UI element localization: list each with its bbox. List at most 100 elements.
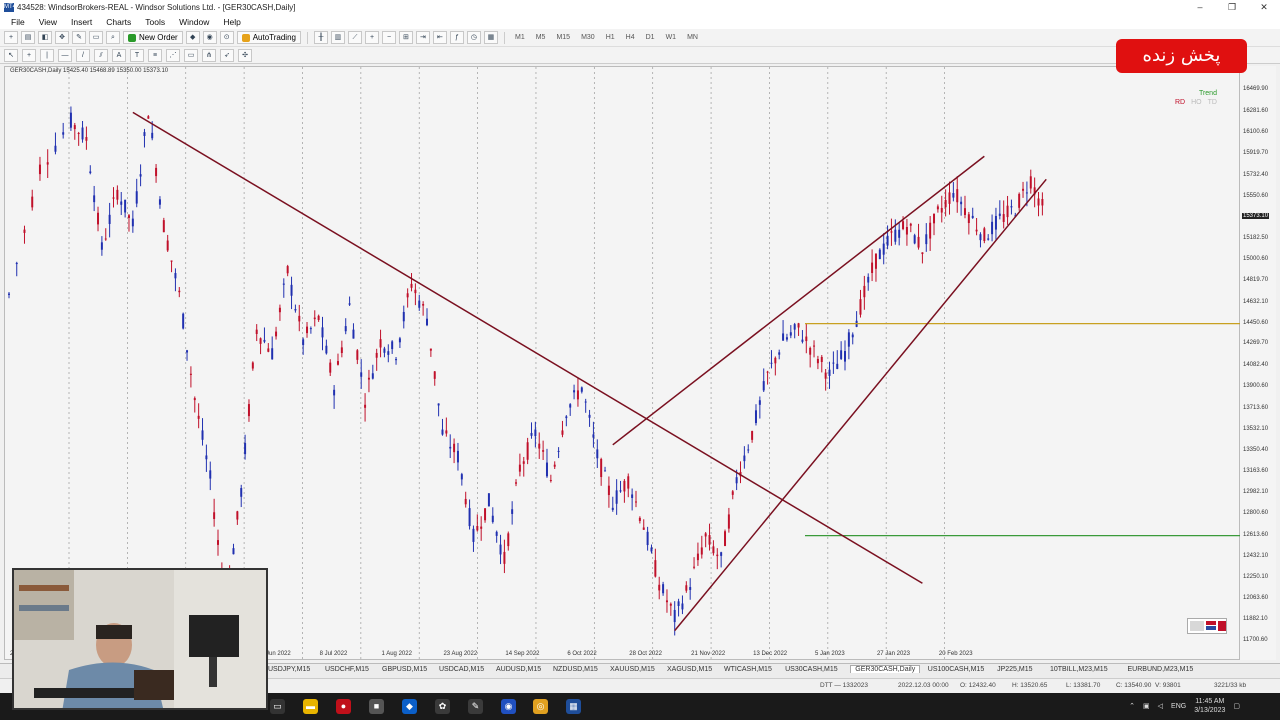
clock[interactable]: 11:45 AM 3/13/2023 (1194, 697, 1225, 715)
candle-body (669, 603, 672, 606)
notification-icon[interactable]: ▢ (1233, 702, 1240, 710)
tile-windows-icon[interactable]: ⊞ (398, 31, 413, 44)
chart-tab[interactable]: JP225,M15 (997, 666, 1032, 673)
chart-tab[interactable]: XAGUSD,M15 (667, 666, 712, 673)
chart-tab[interactable]: WTICASH,M15 (724, 666, 772, 673)
candle-body (398, 338, 401, 343)
candle-body (321, 327, 324, 338)
app-icon-6[interactable]: ◉ (501, 699, 516, 714)
meta-editor-icon[interactable]: ◆ (185, 31, 200, 44)
timeframe-d1[interactable]: D1 (642, 34, 659, 41)
timeframe-mn[interactable]: MN (683, 34, 702, 41)
pitchfork-icon[interactable]: ⋔ (202, 48, 216, 62)
zoom-out-icon[interactable]: − (381, 31, 396, 44)
trendline-rising-upper (612, 155, 985, 446)
gann-icon[interactable]: ⋰ (166, 48, 180, 62)
bar-chart-icon[interactable]: ╫ (313, 31, 328, 44)
settings-icon[interactable]: ✿ (435, 699, 450, 714)
text-tool-icon[interactable]: A (112, 48, 126, 62)
maximize-button[interactable]: ❐ (1216, 0, 1248, 14)
label-tool-icon[interactable]: T (130, 48, 144, 62)
timeframe-w1[interactable]: W1 (662, 34, 681, 41)
menu-window[interactable]: Window (172, 17, 216, 27)
chart-tab[interactable]: GBPUSD,M15 (382, 666, 427, 673)
trendline-icon[interactable]: / (76, 48, 90, 62)
new-order-button[interactable]: New Order (123, 31, 183, 44)
profiles-icon[interactable]: ▤ (21, 31, 35, 44)
navigator-icon[interactable]: ✎ (72, 31, 86, 44)
candle-body (271, 348, 274, 360)
file-explorer-icon[interactable]: ▬ (303, 699, 318, 714)
autoscroll-icon[interactable]: ⇤ (432, 31, 447, 44)
price-scale[interactable]: 16469.90 16281.60 16100.60 15919.70 15732.40… (1240, 66, 1276, 660)
app-icon-5[interactable]: ✎ (468, 699, 483, 714)
tray-up-icon[interactable]: ⌃ (1129, 702, 1135, 710)
vertical-line-icon[interactable]: | (40, 48, 54, 62)
fibonacci-icon[interactable]: ≡ (148, 48, 162, 62)
tester-icon[interactable]: ⌕ (106, 31, 120, 44)
minimize-button[interactable]: – (1184, 0, 1216, 14)
periods-icon[interactable]: ◷ (466, 31, 481, 44)
menu-help[interactable]: Help (216, 17, 247, 27)
chart-tab[interactable]: NZDUSD,M15 (553, 666, 598, 673)
zoom-in-icon[interactable]: + (364, 31, 379, 44)
crosshair-icon[interactable]: + (22, 48, 36, 62)
task-view-icon[interactable]: ▭ (270, 699, 285, 714)
store-icon[interactable]: ◆ (402, 699, 417, 714)
menu-insert[interactable]: Insert (64, 17, 99, 27)
metatrader-icon[interactable]: ▦ (566, 699, 581, 714)
shapes-icon[interactable]: ✣ (238, 48, 252, 62)
timeframe-m1[interactable]: M1 (511, 34, 529, 41)
indicators-icon[interactable]: ƒ (449, 31, 464, 44)
one-click-trading-panel[interactable] (1187, 618, 1227, 634)
chart-tab[interactable]: USDJPY,M15 (268, 666, 310, 673)
horizontal-line-icon[interactable]: — (58, 48, 72, 62)
arrows-icon[interactable]: ➶ (220, 48, 234, 62)
network-icon[interactable]: ▣ (1143, 702, 1150, 710)
timeframe-m30[interactable]: M30 (577, 34, 599, 41)
market-watch-icon[interactable]: ◧ (38, 31, 52, 44)
terminal-icon[interactable]: ▭ (89, 31, 103, 44)
chart-shift-icon[interactable]: ⇥ (415, 31, 430, 44)
chart-tab[interactable]: US100CASH,M15 (928, 666, 984, 673)
auto-trading-button[interactable]: AutoTrading (236, 31, 301, 44)
channel-icon[interactable]: ⫽ (94, 48, 108, 62)
trend-tab-ho[interactable]: HO (1191, 99, 1202, 106)
chart-tab[interactable]: XAUUSD,M15 (610, 666, 655, 673)
menu-view[interactable]: View (32, 17, 64, 27)
data-window-icon[interactable]: ✥ (55, 31, 69, 44)
menu-file[interactable]: File (4, 17, 32, 27)
chart-tab[interactable]: US30CASH,M15 (785, 666, 838, 673)
trend-tab-td[interactable]: TD (1208, 99, 1217, 106)
close-button[interactable]: ✕ (1248, 0, 1280, 14)
chart-tab[interactable]: EURBUND,M23,M15 (1128, 666, 1194, 673)
cursor-icon[interactable]: ↖ (4, 48, 18, 62)
volume-icon[interactable]: ◁ (1158, 702, 1163, 710)
menu-charts[interactable]: Charts (99, 17, 138, 27)
chrome-icon[interactable]: ◎ (533, 699, 548, 714)
timeframe-m5[interactable]: M5 (532, 34, 550, 41)
chart-tab[interactable]: 10TBILL,M23,M15 (1050, 666, 1108, 673)
app-grey-icon[interactable]: ■ (369, 699, 384, 714)
chart-tab[interactable]: USDCAD,M15 (439, 666, 484, 673)
templates-icon[interactable]: ▦ (483, 31, 498, 44)
signals-icon[interactable]: ◉ (202, 31, 217, 44)
line-chart-icon[interactable]: ⟋ (347, 31, 362, 44)
chart-tab[interactable]: AUDUSD,M15 (496, 666, 541, 673)
chart-tab[interactable]: GER30CASH,Daily (850, 665, 921, 673)
chart-tab[interactable]: USDCHF,M15 (325, 666, 369, 673)
candle-body (1037, 198, 1040, 206)
candle-body (182, 313, 185, 329)
timeframe-m15[interactable]: M15 (552, 34, 574, 41)
rectangle-icon[interactable]: ▭ (184, 48, 198, 62)
candlestick-icon[interactable]: ▥ (330, 31, 345, 44)
candle-body (522, 461, 525, 464)
new-chart-icon[interactable]: + (4, 31, 18, 44)
trend-tab-rd[interactable]: RD (1175, 99, 1185, 106)
market-icon[interactable]: ⊙ (219, 31, 234, 44)
language-indicator[interactable]: ENG (1171, 703, 1186, 710)
timeframe-h1[interactable]: H1 (602, 34, 619, 41)
app-red-icon[interactable]: ● (336, 699, 351, 714)
timeframe-h4[interactable]: H4 (622, 34, 639, 41)
menu-tools[interactable]: Tools (138, 17, 172, 27)
